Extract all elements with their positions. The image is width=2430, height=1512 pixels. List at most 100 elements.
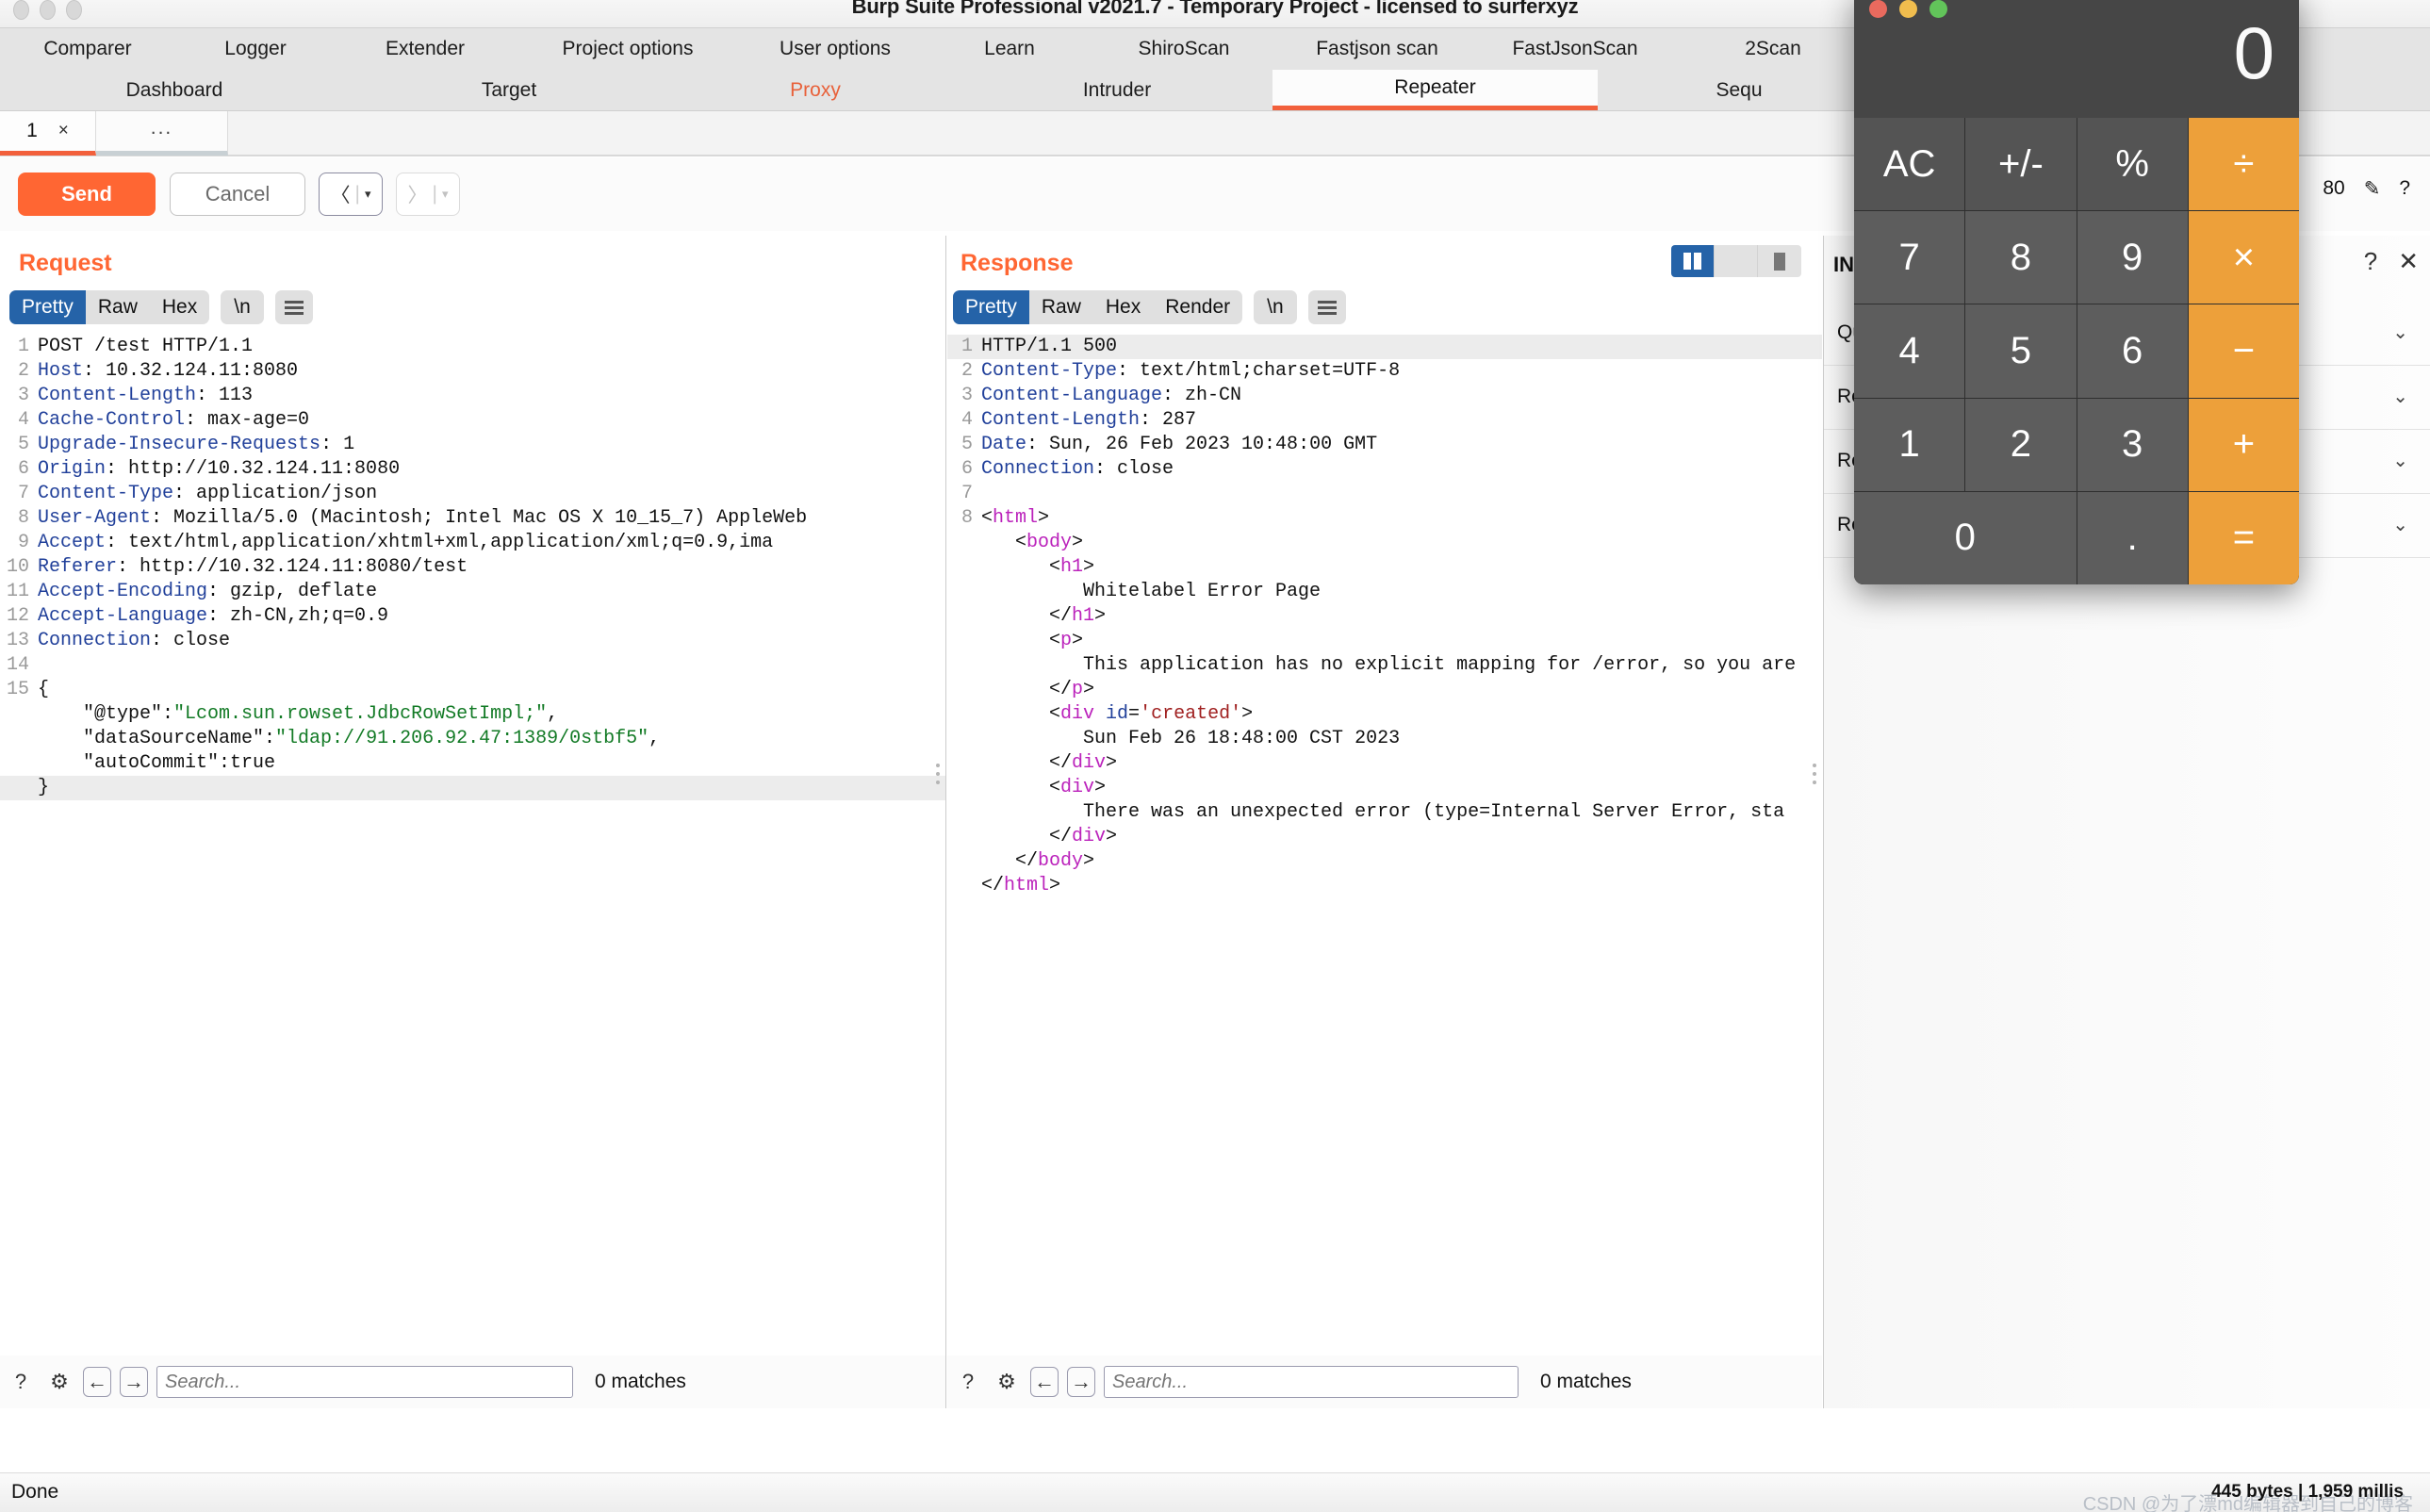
cancel-button[interactable]: Cancel <box>170 173 305 216</box>
response-line: </html> <box>947 874 1822 898</box>
help-icon[interactable]: ? <box>2364 247 2377 276</box>
line-number <box>947 825 981 849</box>
layout-single-pane-icon[interactable] <box>1758 245 1801 277</box>
chevron-down-icon[interactable]: ⌄ <box>2392 385 2408 408</box>
line-number <box>947 604 981 629</box>
main-tab-extender[interactable]: Extender <box>336 28 515 70</box>
response-editor[interactable]: 1 HTTP/1.1 500 2 Content-Type: text/html;ch… <box>947 335 1822 1356</box>
repeater-tab-1[interactable]: 1 × <box>0 111 96 156</box>
main-tab-comparer[interactable]: Comparer <box>0 28 175 70</box>
request-editor[interactable]: 1 POST /test HTTP/1.1 2 Host: 10.32.124.11:… <box>0 335 945 1356</box>
request-menu-icon[interactable] <box>274 290 313 324</box>
close-window-icon[interactable] <box>1869 0 1887 18</box>
calculator-key-equals[interactable]: = <box>2188 491 2299 584</box>
calculator-key-multiply[interactable]: × <box>2188 211 2299 304</box>
help-icon[interactable]: ? <box>953 1367 983 1397</box>
main-tab-project-options[interactable]: Project options <box>515 28 741 70</box>
calculator-key-9[interactable]: 9 <box>2077 211 2188 304</box>
chevron-down-icon[interactable]: ▾ <box>442 187 449 202</box>
line-content: </h1> <box>981 605 1107 627</box>
main-tab-fastjsonscan[interactable]: FastJsonScan <box>1476 28 1674 70</box>
calculator-key-5[interactable]: 5 <box>1965 304 2077 398</box>
calculator-key-7[interactable]: 7 <box>1854 211 1965 304</box>
gear-icon[interactable]: ⚙ <box>44 1367 74 1397</box>
response-tab-hex[interactable]: Hex <box>1093 290 1153 324</box>
search-next-icon[interactable]: → <box>120 1367 148 1397</box>
chevron-down-icon[interactable]: ⌄ <box>2392 320 2408 344</box>
calculator-key-0[interactable]: 0 <box>1854 491 2077 584</box>
response-resize-handle[interactable] <box>1813 764 1816 784</box>
response-newline-toggle[interactable]: \n <box>1254 290 1297 324</box>
main-tab-dashboard[interactable]: Dashboard <box>0 70 349 110</box>
response-tab-render[interactable]: Render <box>1153 290 1242 324</box>
main-tab-target[interactable]: Target <box>349 70 669 110</box>
layout-split-horizontal-icon[interactable] <box>1715 245 1758 277</box>
search-previous-icon[interactable]: ← <box>1030 1367 1059 1397</box>
search-input[interactable] <box>1104 1366 1519 1398</box>
request-newline-toggle[interactable]: \n <box>221 290 264 324</box>
search-previous-icon[interactable]: ← <box>83 1367 111 1397</box>
help-icon[interactable]: ? <box>6 1367 36 1397</box>
response-menu-icon[interactable] <box>1307 290 1346 324</box>
response-tab-raw[interactable]: Raw <box>1029 290 1093 324</box>
request-tab-raw[interactable]: Raw <box>86 290 150 324</box>
help-icon[interactable]: ? <box>2399 177 2410 200</box>
calculator-key-add[interactable]: + <box>2188 398 2299 491</box>
chevron-down-icon[interactable]: ⌄ <box>2392 449 2408 472</box>
layout-split-vertical-icon[interactable] <box>1671 245 1715 277</box>
calculator-key-ac[interactable]: AC <box>1854 118 1965 211</box>
gear-icon[interactable]: ⚙ <box>992 1367 1022 1397</box>
previous-request-button[interactable]: 〈 | ▾ <box>319 173 383 216</box>
main-tab-learn[interactable]: Learn <box>929 28 1090 70</box>
main-tab-user-options[interactable]: User options <box>741 28 929 70</box>
chevron-down-icon[interactable]: ⌄ <box>2392 513 2408 536</box>
calculator-key-8[interactable]: 8 <box>1965 211 2077 304</box>
request-resize-handle[interactable] <box>936 764 940 784</box>
calculator-key-percent[interactable]: % <box>2077 118 2188 211</box>
chevron-down-icon[interactable]: ▾ <box>365 187 371 202</box>
calculator-key-divide[interactable]: ÷ <box>2188 118 2299 211</box>
calculator-key-2[interactable]: 2 <box>1965 398 2077 491</box>
line-content: Referer: http://10.32.124.11:8080/test <box>38 556 468 578</box>
close-icon[interactable]: × <box>58 121 69 141</box>
calculator-key-3[interactable]: 3 <box>2077 398 2188 491</box>
main-tab-repeater[interactable]: Repeater <box>1272 70 1598 110</box>
minimize-window-icon[interactable] <box>1899 0 1917 18</box>
main-tab-proxy[interactable]: Proxy <box>669 70 961 110</box>
calculator-window-controls[interactable] <box>1869 0 1947 18</box>
search-next-icon[interactable]: → <box>1067 1367 1095 1397</box>
line-content: { <box>38 679 50 700</box>
line-number: 12 <box>6 605 29 627</box>
calculator-key-subtract[interactable]: − <box>2188 304 2299 398</box>
main-tab-fastjson-scan[interactable]: Fastjson scan <box>1278 28 1476 70</box>
search-input[interactable] <box>156 1366 573 1398</box>
send-button[interactable]: Send <box>18 173 156 216</box>
repeater-tab-add[interactable]: ... <box>96 111 228 156</box>
line-content: Content-Length: 113 <box>38 385 254 406</box>
next-request-button[interactable]: 〉 | ▾ <box>396 173 460 216</box>
main-tab-logger[interactable]: Logger <box>175 28 336 70</box>
calculator-key-1[interactable]: 1 <box>1854 398 1965 491</box>
line-content: Host: 10.32.124.11:8080 <box>38 360 299 382</box>
response-line: Sun Feb 26 18:48:00 CST 2023 <box>947 727 1822 751</box>
main-tab-sequ[interactable]: Sequ <box>1598 70 1880 110</box>
main-tab-intruder[interactable]: Intruder <box>961 70 1272 110</box>
close-icon[interactable]: ✕ <box>2398 247 2419 276</box>
calculator-key-sign[interactable]: +/- <box>1965 118 2077 211</box>
main-tab-2scan[interactable]: 2Scan <box>1674 28 1872 70</box>
response-tab-pretty[interactable]: Pretty <box>953 290 1029 324</box>
calculator-key-4[interactable]: 4 <box>1854 304 1965 398</box>
request-line: 9 Accept: text/html,application/xhtml+xml… <box>0 531 945 555</box>
calculator-key-6[interactable]: 6 <box>2077 304 2188 398</box>
line-number <box>947 653 981 678</box>
request-tab-pretty[interactable]: Pretty <box>9 290 86 324</box>
request-tab-hex[interactable]: Hex <box>150 290 209 324</box>
maximize-window-icon[interactable] <box>1929 0 1947 18</box>
main-tab-shiroscan[interactable]: ShiroScan <box>1090 28 1278 70</box>
response-line: <body> <box>947 531 1822 555</box>
line-number <box>947 776 981 800</box>
edit-icon[interactable]: ✎ <box>2364 177 2381 201</box>
calculator-key-decimal[interactable]: . <box>2077 491 2188 584</box>
calculator-window[interactable]: 0 AC +/-% ÷ 7 8 9 × 4 5 6− 1 2 3 +0. = <box>1854 0 2299 584</box>
response-line: </h1> <box>947 604 1822 629</box>
